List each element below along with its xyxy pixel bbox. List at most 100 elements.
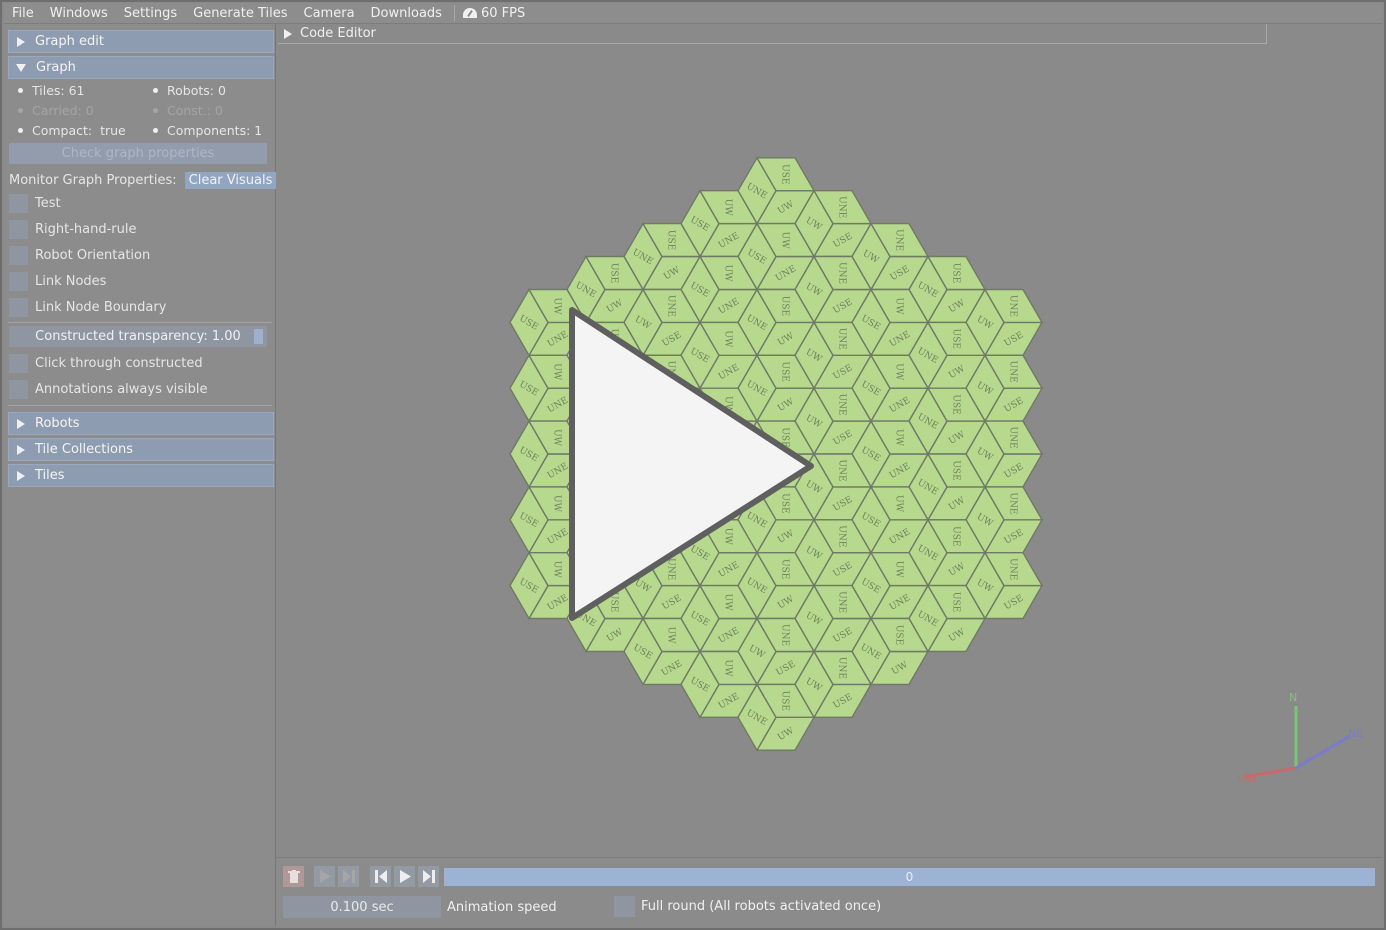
check-click-through[interactable]: Click through constructed xyxy=(9,354,203,373)
tile-label: UW xyxy=(552,297,562,315)
step-icon xyxy=(342,870,355,883)
menu-settings[interactable]: Settings xyxy=(116,6,185,21)
header-graph-edit[interactable]: Graph edit xyxy=(8,30,274,53)
checkbox[interactable] xyxy=(9,354,28,373)
header-robots[interactable]: Robots xyxy=(8,412,274,435)
tile-label: UNE xyxy=(837,459,847,481)
skip-back-button[interactable] xyxy=(370,866,391,887)
tile-label: UNE xyxy=(837,196,847,218)
tile-label: UW xyxy=(552,429,562,447)
clear-visuals-button[interactable]: Clear Visuals xyxy=(184,172,277,189)
axis-ne-label: NE xyxy=(1348,727,1363,740)
tile-label: USE xyxy=(780,691,790,711)
tile-label: UNE xyxy=(894,229,904,251)
checkbox[interactable] xyxy=(9,298,28,317)
tile-label: USE xyxy=(951,460,961,480)
stat-compact-text: Compact: true xyxy=(32,123,126,138)
play-icon xyxy=(319,870,331,883)
tile-scene[interactable]: UW UNE USE UNE USE UW USE UW UNE UW UNE USE UNE USE UW… xyxy=(276,44,1382,856)
tile-label: USE xyxy=(951,526,961,546)
tile-label: UW xyxy=(552,561,562,579)
checkbox[interactable] xyxy=(9,272,28,291)
tile-label: UW xyxy=(723,330,733,348)
checkbox[interactable] xyxy=(9,220,28,239)
check-link-nodes[interactable]: Link Nodes xyxy=(9,272,106,291)
step-disabled-button[interactable] xyxy=(338,866,359,887)
header-graph-label: Graph xyxy=(36,60,76,75)
header-tiles-label: Tiles xyxy=(35,468,65,483)
tile-label: USE xyxy=(780,164,790,184)
tile-label: USE xyxy=(780,362,790,382)
stat-tiles-text: Tiles: 61 xyxy=(32,83,85,98)
fps-text: 60 FPS xyxy=(480,5,526,21)
menu-downloads[interactable]: Downloads xyxy=(363,6,450,21)
menu-generate-tiles[interactable]: Generate Tiles xyxy=(185,6,295,21)
check-robot-orientation-label: Robot Orientation xyxy=(35,248,151,263)
animation-speed-input[interactable]: 0.100 sec xyxy=(283,896,441,918)
tile-label: UNE xyxy=(837,262,847,284)
header-tile-collections[interactable]: Tile Collections xyxy=(8,438,274,461)
header-tile-collections-label: Tile Collections xyxy=(35,442,133,457)
tile-label: UNE xyxy=(1008,426,1018,448)
bullet-icon xyxy=(18,108,23,113)
header-graph[interactable]: Graph xyxy=(8,56,274,79)
tile-label: UW xyxy=(723,659,733,677)
check-graph-properties-button[interactable]: Check graph properties xyxy=(9,143,267,164)
code-editor-header[interactable]: Code Editor xyxy=(278,24,1267,44)
stat-components-text: Components: 1 xyxy=(167,123,263,138)
constructed-transparency-slider[interactable]: Constructed transparency: 1.00 xyxy=(9,326,267,347)
play-disabled-button[interactable] xyxy=(314,866,335,887)
tile-label: UNE xyxy=(1008,558,1018,580)
tile-label: UNE xyxy=(837,328,847,350)
check-link-nodes-label: Link Nodes xyxy=(35,274,107,289)
tile-label: UNE xyxy=(837,591,847,613)
checkbox[interactable] xyxy=(9,380,28,399)
delete-button[interactable] xyxy=(283,866,304,887)
skip-back-icon xyxy=(374,870,387,883)
menu-separator xyxy=(453,5,455,21)
stat-carried: Carried: 0 xyxy=(18,103,94,118)
slider-handle[interactable] xyxy=(254,329,263,344)
tile-label: USE xyxy=(780,493,790,513)
sidebar: Graph edit Graph Tiles: 61 Robots: 0 Car… xyxy=(4,24,277,926)
check-robot-orientation[interactable]: Robot Orientation xyxy=(9,246,150,265)
check-right-hand-rule-label: Right-hand-rule xyxy=(35,222,137,237)
playback-bar: 0 0.100 sec Animation speed Full round (… xyxy=(276,857,1382,927)
monitor-label: Monitor Graph Properties: xyxy=(9,173,177,188)
tile-label: UNE xyxy=(666,295,676,317)
check-annotations-visible[interactable]: Annotations always visible xyxy=(9,380,208,399)
bullet-icon xyxy=(18,88,23,93)
header-tiles[interactable]: Tiles xyxy=(8,464,274,487)
tile-label: UNE xyxy=(837,525,847,547)
tile-label: USE xyxy=(666,230,676,250)
speedometer-icon xyxy=(462,8,477,18)
tile-label: UW xyxy=(780,232,790,250)
tile-label: UW xyxy=(894,297,904,315)
timeline-slider[interactable]: 0 xyxy=(444,868,1375,886)
check-link-node-boundary[interactable]: Link Node Boundary xyxy=(9,298,166,317)
expand-arrow-icon xyxy=(17,36,25,47)
expand-arrow-icon xyxy=(17,418,25,429)
3d-viewport[interactable]: UW UNE USE UNE USE UW USE UW UNE UW UNE USE UNE USE UW… xyxy=(276,44,1382,856)
checkbox[interactable] xyxy=(614,896,635,917)
menu-camera[interactable]: Camera xyxy=(296,6,363,21)
stat-compact: Compact: true xyxy=(18,123,126,138)
play-button[interactable] xyxy=(394,866,415,887)
checkbox[interactable] xyxy=(9,246,28,265)
divider xyxy=(8,405,272,406)
tile-label: USE xyxy=(894,625,904,645)
full-round-checkbox[interactable]: Full round (All robots activated once) xyxy=(614,896,881,917)
menu-file[interactable]: File xyxy=(4,6,42,21)
tile-label: USE xyxy=(609,263,619,283)
bullet-icon xyxy=(153,128,158,133)
menu-windows[interactable]: Windows xyxy=(42,6,116,21)
menu-bar: File Windows Settings Generate Tiles Cam… xyxy=(4,3,1382,24)
axis-ne xyxy=(1295,734,1351,770)
skip-forward-button[interactable] xyxy=(418,866,439,887)
bullet-icon xyxy=(153,108,158,113)
check-right-hand-rule[interactable]: Right-hand-rule xyxy=(9,220,137,239)
stat-const-text: Const.: 0 xyxy=(167,103,223,118)
check-test[interactable]: Test xyxy=(9,194,61,213)
tile-label: UW xyxy=(894,495,904,513)
checkbox[interactable] xyxy=(9,194,28,213)
